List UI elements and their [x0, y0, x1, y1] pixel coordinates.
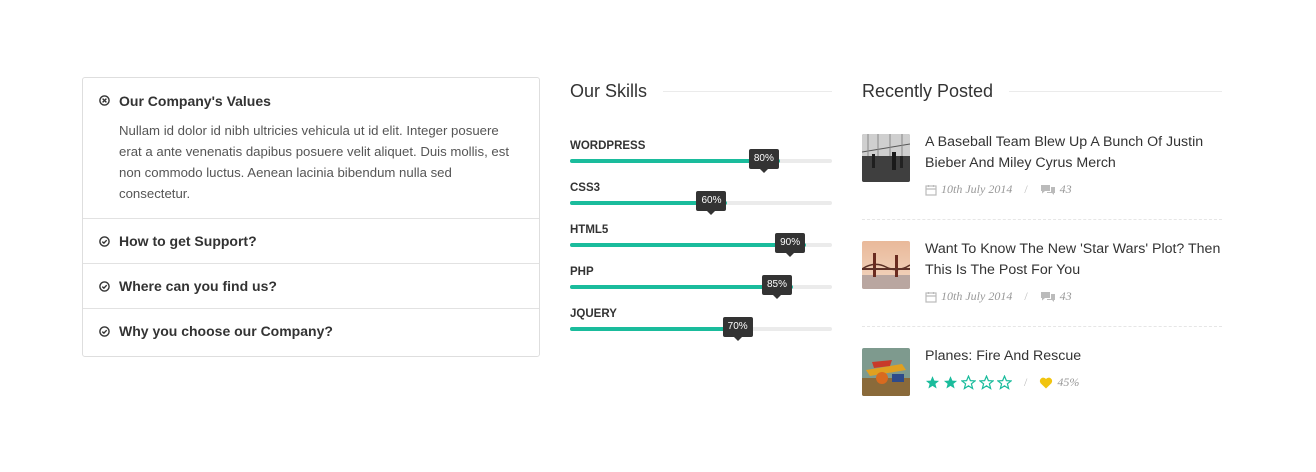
check-circle-icon [99, 280, 110, 292]
post-date: 10th July 2014 [941, 289, 1013, 303]
accordion-item-why: Why you choose our Company? [83, 309, 539, 353]
recent-post-item: A Baseball Team Blew Up A Bunch Of Justi… [862, 134, 1222, 220]
accordion-header-location[interactable]: Where can you find us? [83, 264, 539, 308]
meta-separator: / [1024, 182, 1028, 196]
skills-heading: Our Skills [570, 80, 648, 101]
meta-separator: / [1024, 289, 1028, 303]
accordion-header-values[interactable]: Our Company's Values [83, 78, 539, 123]
skill-row: CSS3 60% [570, 163, 832, 215]
post-info: A Baseball Team Blew Up A Bunch Of Justi… [925, 134, 1222, 219]
recent-post-item: Planes: Fire And Rescue / 45% [862, 348, 1222, 396]
check-circle-icon [99, 235, 110, 247]
skills-heading-row: Our Skills [570, 79, 832, 103]
accordion-header-why[interactable]: Why you choose our Company? [83, 309, 539, 353]
heart-icon [1039, 377, 1053, 389]
accordion-item-support: How to get Support? [83, 219, 539, 264]
post-date: 10th July 2014 [941, 182, 1013, 196]
comments-icon [1040, 184, 1056, 196]
skill-label: WORDPRESS [570, 140, 646, 152]
recent-posts-list: A Baseball Team Blew Up A Bunch Of Justi… [862, 134, 1222, 396]
comment-count: 43 [1059, 182, 1072, 196]
accordion-item-location: Where can you find us? [83, 264, 539, 309]
star-filled-icon [925, 375, 940, 390]
check-circle-icon [99, 325, 110, 337]
skill-label: JQUERY [570, 308, 617, 320]
like-percent: 45% [1057, 375, 1080, 389]
skill-row: JQUERY 70% [570, 289, 832, 341]
post-info: Want To Know The New 'Star Wars' Plot? T… [925, 241, 1222, 326]
post-meta: / 45% [925, 375, 1081, 390]
skill-row: PHP 85% [570, 247, 832, 299]
accordion-title: Why you choose our Company? [119, 323, 333, 339]
accordion-item-values: Our Company's Values Nullam id dolor id … [83, 78, 539, 219]
post-thumbnail[interactable] [862, 134, 910, 182]
comment-count: 43 [1059, 289, 1072, 303]
accordion-header-support[interactable]: How to get Support? [83, 219, 539, 263]
post-meta: 10th July 2014 / 43 [925, 289, 1222, 304]
skill-progress-track: 70% [570, 317, 832, 341]
calendar-icon [925, 184, 937, 196]
accordion-title: How to get Support? [119, 233, 257, 249]
star-empty-icon [961, 375, 976, 390]
post-meta: 10th July 2014 / 43 [925, 182, 1222, 197]
skill-label: HTML5 [570, 224, 609, 236]
heading-divider [1009, 90, 1222, 92]
skill-label: PHP [570, 266, 594, 278]
accordion-title: Our Company's Values [119, 92, 271, 109]
skill-percent-tooltip: 70% [722, 317, 753, 341]
star-empty-icon [997, 375, 1012, 390]
recent-heading: Recently Posted [862, 80, 994, 101]
star-empty-icon [979, 375, 994, 390]
star-filled-icon [943, 375, 958, 390]
post-thumbnail[interactable] [862, 241, 910, 289]
skill-row: WORDPRESS 80% [570, 132, 832, 173]
close-circle-icon [99, 95, 110, 106]
faq-accordion: Our Company's Values Nullam id dolor id … [82, 77, 540, 357]
comments-icon [1040, 291, 1056, 303]
star-rating [925, 375, 1012, 390]
post-info: Planes: Fire And Rescue / 45% [925, 348, 1081, 396]
post-thumbnail[interactable] [862, 348, 910, 396]
post-title-link[interactable]: A Baseball Team Blew Up A Bunch Of Justi… [925, 132, 1222, 174]
heading-divider [663, 90, 832, 92]
post-title-link[interactable]: Want To Know The New 'Star Wars' Plot? T… [925, 239, 1222, 281]
calendar-icon [925, 291, 937, 303]
skill-row: HTML5 90% [570, 205, 832, 257]
accordion-title: Where can you find us? [119, 278, 277, 294]
post-title-link[interactable]: Planes: Fire And Rescue [925, 346, 1081, 367]
meta-separator: / [1024, 375, 1028, 389]
skill-label: CSS3 [570, 182, 601, 194]
recent-heading-row: Recently Posted [862, 79, 1222, 103]
skills-list: WORDPRESS 80% CSS3 60% HTML5 90% PHP 85%… [570, 132, 832, 341]
recent-post-item: Want To Know The New 'Star Wars' Plot? T… [862, 241, 1222, 327]
accordion-body-text: Nullam id dolor id nibh ultricies vehicu… [119, 123, 509, 201]
